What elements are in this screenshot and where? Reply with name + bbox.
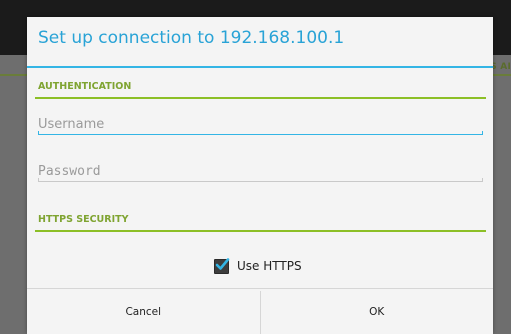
use-https-checkbox[interactable] [214,257,230,274]
username-underline [38,131,483,135]
section-divider-authentication [35,97,486,99]
background-partial-text: S AI [490,62,511,72]
password-underline [38,178,483,182]
use-https-option[interactable]: Use HTTPS [214,257,302,274]
dialog-button-bar: Cancel OK [27,288,493,334]
use-https-label: Use HTTPS [237,259,302,273]
password-input[interactable] [38,161,483,182]
cancel-button[interactable]: Cancel [27,289,260,334]
password-field[interactable] [38,160,483,182]
ok-button-label: OK [369,305,385,318]
connection-dialog: Set up connection to 192.168.100.1 AUTHE… [27,17,493,334]
checkmark-icon [215,257,230,270]
dialog-title: Set up connection to 192.168.100.1 [38,28,345,48]
ok-button[interactable]: OK [260,289,493,334]
section-header-authentication: AUTHENTICATION [38,81,132,92]
section-header-https: HTTPS SECURITY [38,214,129,225]
section-divider-https [35,230,486,232]
cancel-button-label: Cancel [125,305,162,318]
username-input[interactable] [38,114,483,135]
title-divider [27,66,493,68]
username-field[interactable] [38,113,483,135]
